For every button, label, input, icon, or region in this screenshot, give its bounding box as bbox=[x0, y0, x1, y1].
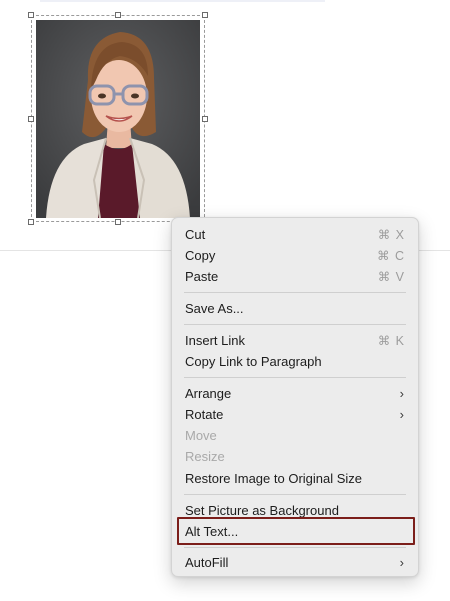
top-strip bbox=[40, 0, 325, 2]
chevron-right-icon: › bbox=[399, 407, 404, 422]
chevron-right-icon: › bbox=[399, 386, 404, 401]
menu-item-label: Insert Link bbox=[185, 333, 245, 348]
menu-item-label: Paste bbox=[185, 269, 219, 284]
resize-handle-top-left[interactable] bbox=[28, 12, 34, 18]
portrait-photo[interactable] bbox=[36, 20, 200, 218]
shortcut-label: ⌘ C bbox=[377, 249, 405, 263]
menu-item-label: Resize bbox=[185, 449, 225, 464]
resize-handle-bottom[interactable] bbox=[115, 219, 121, 225]
menu-item-arrange[interactable]: Arrange › bbox=[172, 383, 418, 403]
menu-item-label: Move bbox=[185, 428, 217, 443]
menu-item-label: Arrange bbox=[185, 386, 232, 401]
menu-item-label: Rotate bbox=[185, 407, 224, 422]
menu-item-rotate[interactable]: Rotate › bbox=[172, 404, 418, 424]
shortcut-label: ⌘ X bbox=[377, 228, 405, 242]
menu-item-label: AutoFill bbox=[185, 555, 229, 570]
menu-separator bbox=[184, 547, 406, 548]
menu-item-label: Set Picture as Background bbox=[185, 503, 339, 518]
menu-separator bbox=[184, 292, 406, 293]
resize-handle-top[interactable] bbox=[115, 12, 121, 18]
resize-handle-top-right[interactable] bbox=[202, 12, 208, 18]
menu-item-cut[interactable]: Cut ⌘ X bbox=[172, 224, 418, 244]
resize-handle-bottom-left[interactable] bbox=[28, 219, 34, 225]
menu-item-label: Restore Image to Original Size bbox=[185, 471, 363, 486]
portrait-photo-graphic bbox=[36, 20, 200, 218]
menu-item-label: Copy bbox=[185, 248, 216, 263]
menu-item-save-as[interactable]: Save As... bbox=[172, 298, 418, 318]
context-menu: Cut ⌘ X Copy ⌘ C Paste ⌘ V Save As... In… bbox=[171, 217, 419, 577]
resize-handle-left[interactable] bbox=[28, 116, 34, 122]
menu-item-label: Cut bbox=[185, 227, 206, 242]
menu-item-copy[interactable]: Copy ⌘ C bbox=[172, 245, 418, 265]
menu-item-autofill[interactable]: AutoFill › bbox=[172, 552, 418, 572]
resize-handle-right[interactable] bbox=[202, 116, 208, 122]
menu-item-label: Copy Link to Paragraph bbox=[185, 354, 322, 369]
menu-item-restore-original-size[interactable]: Restore Image to Original Size bbox=[172, 468, 418, 488]
menu-separator bbox=[184, 377, 406, 378]
alt-text-highlight-box bbox=[177, 517, 415, 545]
menu-separator bbox=[184, 324, 406, 325]
menu-item-insert-link[interactable]: Insert Link ⌘ K bbox=[172, 330, 418, 350]
shortcut-label: ⌘ K bbox=[377, 334, 405, 348]
menu-item-copy-link-to-paragraph[interactable]: Copy Link to Paragraph bbox=[172, 351, 418, 371]
menu-item-label: Save As... bbox=[185, 301, 244, 316]
shortcut-label: ⌘ V bbox=[377, 270, 405, 284]
menu-item-paste[interactable]: Paste ⌘ V bbox=[172, 266, 418, 286]
menu-separator bbox=[184, 494, 406, 495]
chevron-right-icon: › bbox=[399, 555, 404, 570]
menu-item-resize: Resize bbox=[172, 446, 418, 466]
menu-item-move: Move bbox=[172, 425, 418, 445]
